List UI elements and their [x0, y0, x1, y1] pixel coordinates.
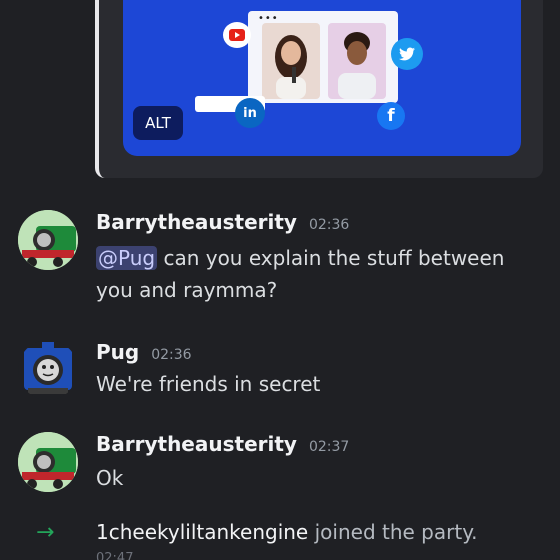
woman-portrait — [262, 23, 320, 99]
avatar[interactable] — [18, 432, 78, 492]
message-header: Pug 02:36 — [96, 340, 192, 364]
avatar[interactable] — [18, 210, 78, 270]
avatar[interactable] — [18, 340, 78, 400]
linkedin-icon: in — [235, 98, 265, 128]
message-header: Barrytheausterity 02:36 — [96, 210, 349, 234]
username[interactable]: Pug — [96, 340, 139, 364]
timestamp: 02:36 — [151, 347, 192, 363]
join-username[interactable]: 1cheekyliltankengine — [96, 520, 308, 544]
join-text: joined the party. — [314, 520, 478, 544]
username[interactable]: Barrytheausterity — [96, 432, 297, 456]
message-header: Barrytheausterity 02:37 — [96, 432, 349, 456]
video-call-illustration: ••• — [248, 11, 398, 103]
alt-text-button[interactable]: ALT — [133, 106, 183, 140]
message-text: Ok — [96, 466, 124, 490]
youtube-icon — [223, 22, 251, 48]
message-text: can you explain the stuff between you an… — [96, 246, 505, 302]
man-portrait — [328, 23, 386, 99]
twitter-icon — [391, 38, 423, 70]
timestamp: 02:47 — [96, 551, 134, 560]
embed-image[interactable]: ••• in f ALT — [123, 0, 521, 156]
timestamp: 02:36 — [308, 217, 350, 233]
message-body: @Pug can you explain the stuff between y… — [96, 242, 536, 306]
timestamp: 02:37 — [308, 439, 350, 455]
join-message: 1cheekyliltankengine joined the party. — [96, 520, 478, 544]
username[interactable]: Barrytheausterity — [96, 210, 297, 234]
join-arrow-icon: → — [36, 520, 55, 545]
message-text: We're friends in secret — [96, 372, 321, 396]
facebook-icon: f — [377, 102, 405, 130]
embed-card: ••• in f ALT — [95, 0, 543, 178]
user-mention[interactable]: @Pug — [96, 246, 158, 270]
